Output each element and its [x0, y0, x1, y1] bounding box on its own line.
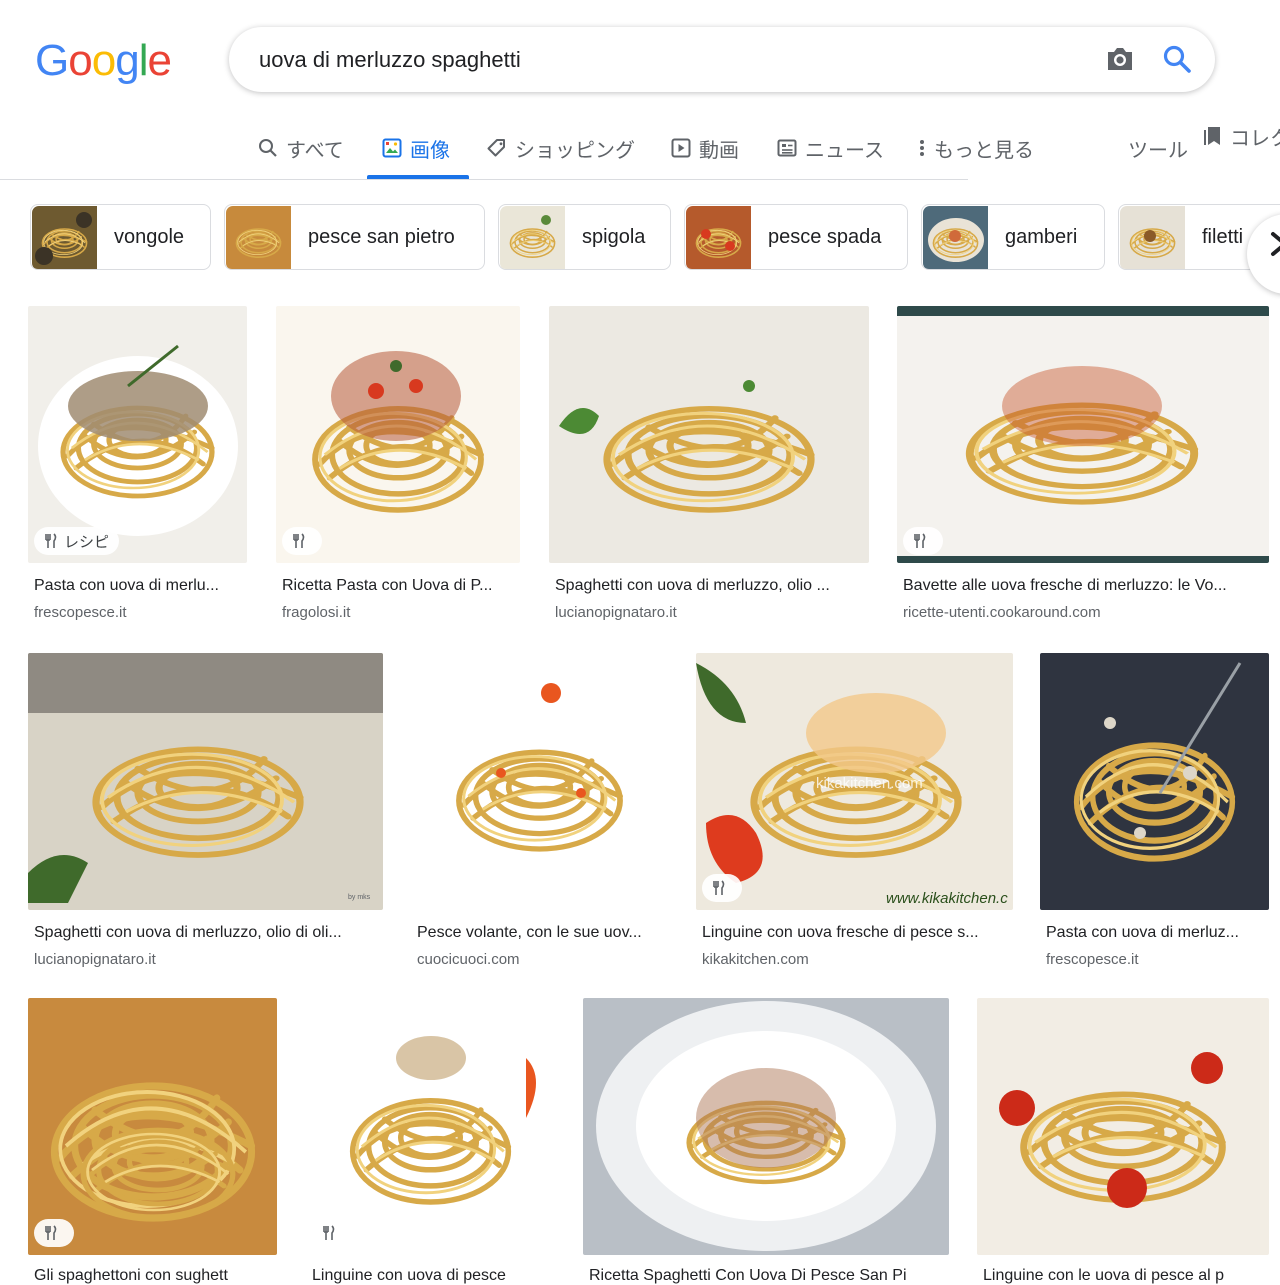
tab-all[interactable]: すべて [258, 130, 344, 166]
result-image[interactable] [28, 306, 247, 563]
chip-pesce-san-pietro[interactable]: pesce san pietro [224, 204, 485, 270]
play-icon [671, 138, 691, 158]
result-title[interactable]: Ricetta Spaghetti Con Uova Di Pesce San … [589, 1267, 944, 1285]
image-icon [382, 138, 402, 158]
chip-spigola[interactable]: spigola [498, 204, 671, 270]
result-image[interactable] [897, 306, 1269, 563]
chip-pesce-spada[interactable]: pesce spada [684, 204, 908, 270]
chip-thumbnail [923, 206, 988, 269]
chip-vongole[interactable]: vongole [30, 204, 211, 270]
recipe-badge [312, 1219, 352, 1247]
fork-knife-icon [914, 533, 926, 548]
google-logo[interactable]: Google [35, 36, 172, 86]
watermark: kikakitchen.com [816, 775, 923, 792]
image-result[interactable]: Bavette alle uova fresche di merluzzo: l… [897, 306, 1269, 626]
image-result[interactable]: Linguine con le uova di pesce al p [977, 998, 1269, 1284]
result-image[interactable] [1040, 653, 1269, 910]
result-title[interactable]: Linguine con uova fresche di pesce s... [702, 924, 1007, 942]
recipe-badge [702, 874, 742, 902]
watermark: by mks [348, 894, 371, 901]
recipe-badge [903, 527, 943, 555]
chip-gamberi[interactable]: gamberi [921, 204, 1105, 270]
tab-images[interactable]: 画像 [382, 130, 450, 166]
result-source: lucianopignataro.it [34, 951, 156, 968]
result-source: lucianopignataro.it [555, 604, 677, 621]
result-title[interactable]: Gli spaghettoni con sughett [34, 1267, 274, 1285]
divider [0, 179, 968, 180]
image-result[interactable]: Ricetta Spaghetti Con Uova Di Pesce San … [583, 998, 949, 1284]
result-image[interactable]: kikakitchen.com www.kikakitchen.c [696, 653, 1013, 910]
result-image[interactable] [306, 998, 555, 1255]
result-title[interactable]: Ricetta Pasta con Uova di P... [282, 577, 514, 595]
result-image[interactable] [28, 998, 277, 1255]
result-title[interactable]: Spaghetti con uova di merluzzo, olio di … [34, 924, 379, 942]
image-result[interactable]: レシピ Pasta con uova di merlu... frescopes… [28, 306, 247, 626]
fork-knife-icon [293, 533, 305, 548]
chip-thumbnail [226, 206, 291, 269]
recipe-badge [34, 1219, 74, 1247]
more-icon [920, 140, 924, 156]
result-source: fragolosi.it [282, 604, 351, 621]
chip-thumbnail [32, 206, 97, 269]
tab-shopping[interactable]: ショッピング [487, 130, 635, 166]
chip-thumbnail [500, 206, 565, 269]
bookmark-icon [1204, 127, 1220, 145]
result-source: cuocicuoci.com [417, 951, 520, 968]
tab-collections[interactable]: コレク [1204, 118, 1280, 154]
result-title[interactable]: Pesce volante, con le sue uov... [417, 924, 662, 942]
image-result[interactable]: Ricetta Pasta con Uova di P... fragolosi… [276, 306, 520, 626]
image-result[interactable]: kikakitchen.com www.kikakitchen.c Lingui… [696, 653, 1013, 973]
image-result[interactable]: Linguine con uova di pesce [306, 998, 555, 1284]
search-input[interactable]: uova di merluzzo spaghetti [259, 47, 521, 73]
tab-more[interactable]: もっと見る [918, 130, 1034, 166]
result-image[interactable] [977, 998, 1269, 1255]
result-title[interactable]: Linguine con le uova di pesce al p [983, 1267, 1263, 1285]
result-image[interactable] [583, 998, 949, 1255]
tab-news[interactable]: ニュース [777, 130, 884, 166]
news-icon [777, 139, 797, 157]
image-result[interactable]: Gli spaghettoni con sughett [28, 998, 277, 1284]
result-source: frescopesce.it [1046, 951, 1139, 968]
fork-knife-icon [45, 1225, 57, 1240]
result-source: kikakitchen.com [702, 951, 809, 968]
result-image[interactable]: by mks [28, 653, 383, 910]
watermark: www.kikakitchen.c [886, 890, 1008, 907]
search-box[interactable]: uova di merluzzo spaghetti [229, 27, 1215, 92]
image-result[interactable]: Pasta con uova di merluz... frescopesce.… [1040, 653, 1269, 973]
chevron-right-icon [1271, 232, 1280, 256]
chip-thumbnail [1120, 206, 1185, 269]
fork-knife-icon [713, 880, 725, 895]
fork-knife-icon [45, 533, 57, 548]
result-title[interactable]: Spaghetti con uova di merluzzo, olio ... [555, 577, 863, 595]
image-result[interactable]: Spaghetti con uova di merluzzo, olio ...… [549, 306, 869, 626]
search-tabs: すべて 画像 ショッピング 動画 ニュース もっと見る ツール コレク [0, 118, 1280, 180]
result-image[interactable] [276, 306, 520, 563]
image-result[interactable]: Pesce volante, con le sue uov... cuocicu… [411, 653, 668, 973]
recipe-badge [282, 527, 322, 555]
camera-icon[interactable] [1105, 45, 1135, 73]
result-source: ricette-utenti.cookaround.com [903, 604, 1101, 621]
result-image[interactable] [411, 653, 668, 910]
result-title[interactable]: Linguine con uova di pesce [312, 1267, 552, 1285]
image-result[interactable]: by mks Spaghetti con uova di merluzzo, o… [28, 653, 383, 973]
result-title[interactable]: Pasta con uova di merluz... [1046, 924, 1263, 942]
recipe-badge: レシピ [34, 527, 120, 555]
tab-tools[interactable]: ツール [1128, 130, 1188, 166]
fork-knife-icon [323, 1225, 335, 1240]
result-source: frescopesce.it [34, 604, 127, 621]
result-title[interactable]: Bavette alle uova fresche di merluzzo: l… [903, 577, 1261, 595]
tag-icon [487, 139, 505, 157]
search-icon [259, 139, 277, 157]
search-icon[interactable] [1162, 44, 1192, 74]
tab-videos[interactable]: 動画 [671, 130, 739, 166]
result-image[interactable] [549, 306, 869, 563]
chip-thumbnail [686, 206, 751, 269]
result-title[interactable]: Pasta con uova di merlu... [34, 577, 239, 595]
